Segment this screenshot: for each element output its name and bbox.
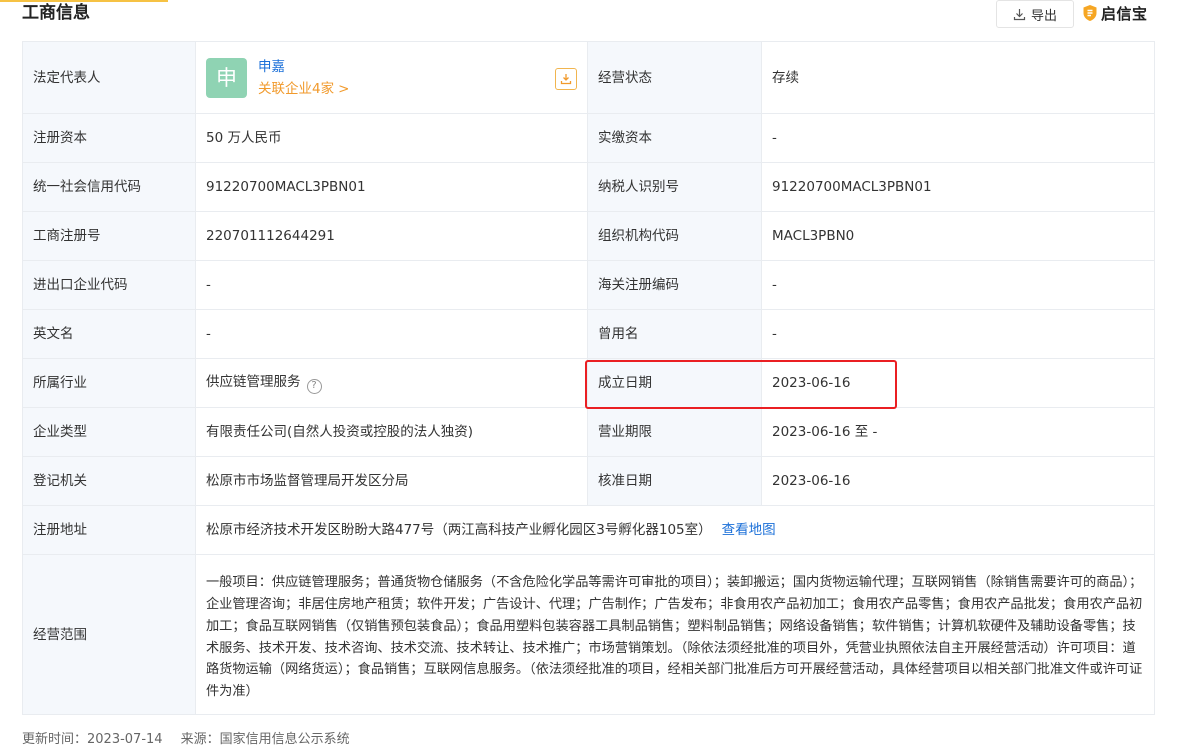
table-row: 登记机关 松原市市场监督管理局开发区分局 核准日期 2023-06-16	[22, 456, 1155, 506]
table-row: 英文名 - 曾用名 -	[22, 309, 1155, 359]
field-value: MACL3PBN0	[761, 211, 1155, 261]
business-scope-value: 一般项目：供应链管理服务；普通货物仓储服务（不含危险化学品等需许可审批的项目）；…	[195, 554, 1155, 715]
field-label: 成立日期	[587, 358, 762, 408]
field-label: 进出口企业代码	[22, 260, 196, 310]
related-companies-link[interactable]: 关联企业4家 >	[258, 79, 349, 99]
table-row: 注册地址 松原市经济技术开发区盼盼大路477号（两江高科技产业孵化园区3号孵化器…	[22, 505, 1155, 555]
data-source: 来源：国家信用信息公示系统	[180, 732, 350, 747]
field-label: 英文名	[22, 309, 196, 359]
field-value: 2023-06-16	[761, 456, 1155, 506]
question-circle-icon[interactable]: ?	[306, 378, 322, 394]
field-value: -	[195, 309, 588, 359]
industry-cell: 供应链管理服务?	[195, 358, 588, 408]
field-value: 松原市市场监督管理局开发区分局	[195, 456, 588, 506]
avatar[interactable]: 申	[206, 57, 247, 98]
shield-icon	[1082, 4, 1098, 22]
field-label: 注册资本	[22, 113, 196, 163]
legal-representative-link[interactable]: 申嘉	[258, 57, 349, 77]
field-value: 91220700MACL3PBN01	[761, 162, 1155, 212]
field-label: 法定代表人	[22, 41, 196, 114]
field-value: 2023-06-16	[761, 358, 1155, 408]
field-value: -	[195, 260, 588, 310]
brand-name: 启信宝	[1101, 4, 1148, 23]
field-label: 经营状态	[587, 41, 762, 114]
table-row: 注册资本 50 万人民币 实缴资本 -	[22, 113, 1155, 163]
download-icon	[1013, 8, 1026, 21]
download-report-icon[interactable]	[555, 67, 577, 90]
field-value: 有限责任公司(自然人投资或控股的法人独资)	[195, 407, 588, 457]
address-value: 松原市经济技术开发区盼盼大路477号（两江高科技产业孵化园区3号孵化器105室）	[206, 522, 712, 538]
table-row: 企业类型 有限责任公司(自然人投资或控股的法人独资) 营业期限 2023-06-…	[22, 407, 1155, 457]
export-label: 导出	[1030, 8, 1057, 24]
field-label: 工商注册号	[22, 211, 196, 261]
related-companies-label: 关联企业4家	[258, 80, 335, 97]
chevron-right-icon: >	[338, 80, 350, 97]
field-value: 50 万人民币	[195, 113, 588, 163]
brand-logo: 启信宝	[1082, 2, 1148, 24]
field-value: 2023-06-16 至 -	[761, 407, 1155, 457]
field-label: 核准日期	[587, 456, 762, 506]
field-label: 所属行业	[22, 358, 196, 408]
export-button[interactable]: 导出	[996, 0, 1074, 28]
field-value: -	[761, 260, 1155, 310]
table-row: 进出口企业代码 - 海关注册编码 -	[22, 260, 1155, 310]
table-row: 所属行业 供应链管理服务? 成立日期 2023-06-16	[22, 358, 1155, 408]
field-value: -	[761, 309, 1155, 359]
section-title: 工商信息	[22, 3, 90, 23]
table-row: 工商注册号 220701112644291 组织机构代码 MACL3PBN0	[22, 211, 1155, 261]
field-label: 曾用名	[587, 309, 762, 359]
address-cell: 松原市经济技术开发区盼盼大路477号（两江高科技产业孵化园区3号孵化器105室）…	[195, 505, 1155, 555]
legal-representative-cell: 申 申嘉 关联企业4家 >	[195, 41, 588, 114]
field-value: -	[761, 113, 1155, 163]
table-row: 统一社会信用代码 91220700MACL3PBN01 纳税人识别号 91220…	[22, 162, 1155, 212]
field-label: 纳税人识别号	[587, 162, 762, 212]
footer: 更新时间：2023-07-14 来源：国家信用信息公示系统	[22, 731, 350, 749]
field-label: 组织机构代码	[587, 211, 762, 261]
field-value: 供应链管理服务	[206, 374, 301, 391]
field-label: 实缴资本	[587, 113, 762, 163]
field-label: 注册地址	[22, 505, 196, 555]
table-row: 法定代表人 申 申嘉 关联企业4家 > 经营状态 存续	[22, 41, 1155, 114]
field-value: 220701112644291	[195, 211, 588, 261]
update-time: 更新时间：2023-07-14	[22, 732, 163, 747]
view-map-link[interactable]: 查看地图	[722, 522, 776, 538]
field-label: 统一社会信用代码	[22, 162, 196, 212]
field-label: 营业期限	[587, 407, 762, 457]
field-label: 登记机关	[22, 456, 196, 506]
field-label: 海关注册编码	[587, 260, 762, 310]
field-label: 企业类型	[22, 407, 196, 457]
field-value: 存续	[761, 41, 1155, 114]
table-row: 经营范围 一般项目：供应链管理服务；普通货物仓储服务（不含危险化学品等需许可审批…	[22, 554, 1155, 715]
field-value: 91220700MACL3PBN01	[195, 162, 588, 212]
field-label: 经营范围	[22, 554, 196, 715]
business-info-table: 法定代表人 申 申嘉 关联企业4家> 经营状态 存续 注册资本 50 万人民币	[22, 41, 1155, 715]
